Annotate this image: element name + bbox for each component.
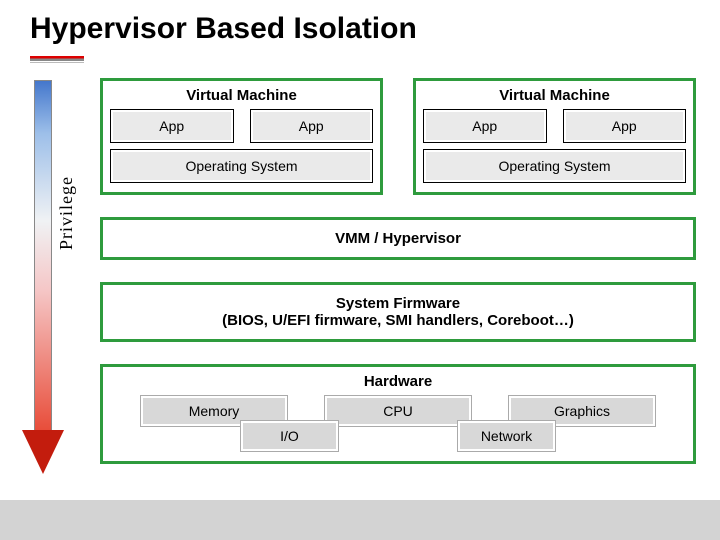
vm-label: Virtual Machine [424,87,685,104]
diagram-content: Virtual Machine App App Operating System… [100,78,696,464]
privilege-arrow [22,80,64,478]
vm-box-left: Virtual Machine App App Operating System [100,78,383,195]
slide-footer [0,500,720,540]
slide: Hypervisor Based Isolation Privilege Vir… [0,0,720,540]
vm-box-right: Virtual Machine App App Operating System [413,78,696,195]
hardware-row-1: Memory CPU Graphics [111,396,685,426]
hw-io: I/O [241,421,338,451]
vm-label: Virtual Machine [111,87,372,104]
app-box: App [251,110,373,142]
hw-network: Network [458,421,555,451]
page-title: Hypervisor Based Isolation [30,12,417,46]
arrow-head-icon [22,430,64,474]
vmm-layer: VMM / Hypervisor [100,217,696,260]
app-box: App [424,110,546,142]
arrow-body [34,80,52,432]
vm-row: Virtual Machine App App Operating System… [100,78,696,195]
os-box: Operating System [424,150,685,182]
app-box: App [111,110,233,142]
privilege-label: Privilege [56,176,77,250]
hardware-label: Hardware [111,373,685,390]
firmware-layer: System Firmware (BIOS, U/EFI firmware, S… [100,282,696,342]
title-accent [30,56,84,61]
os-box: Operating System [111,150,372,182]
app-box: App [564,110,686,142]
app-row: App App [111,110,372,142]
app-row: App App [424,110,685,142]
hardware-box: Hardware Memory CPU Graphics I/O Network [100,364,696,464]
hw-cpu: CPU [325,396,471,426]
